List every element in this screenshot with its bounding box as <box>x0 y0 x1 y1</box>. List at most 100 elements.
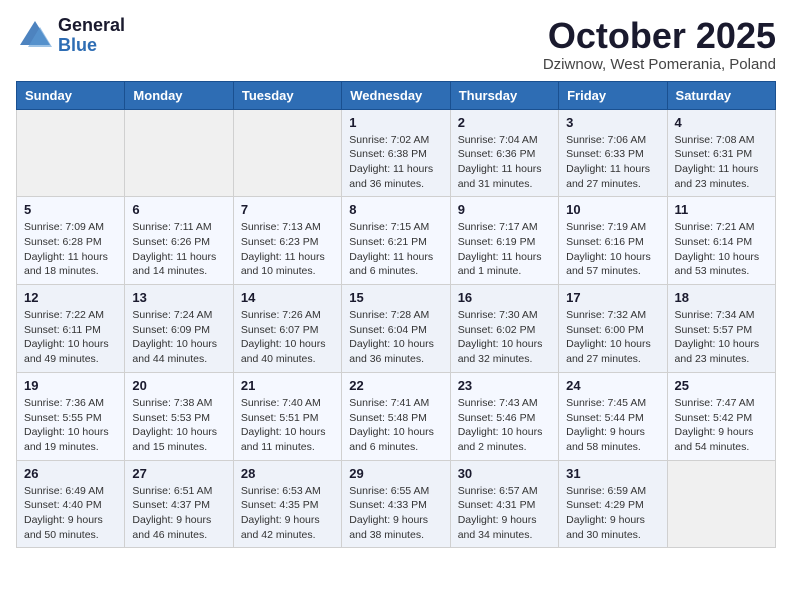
day-info: Sunrise: 6:53 AM Sunset: 4:35 PM Dayligh… <box>241 484 334 543</box>
calendar-week-row: 19 Sunrise: 7:36 AM Sunset: 5:55 PM Dayli… <box>17 372 776 460</box>
day-info: Sunrise: 7:40 AM Sunset: 5:51 PM Dayligh… <box>241 396 334 455</box>
day-info: Sunrise: 7:41 AM Sunset: 5:48 PM Dayligh… <box>349 396 442 455</box>
day-header-friday: Friday <box>559 81 667 109</box>
calendar-cell: 19 Sunrise: 7:36 AM Sunset: 5:55 PM Dayli… <box>17 372 125 460</box>
logo-blue-text: Blue <box>58 36 125 56</box>
day-info: Sunrise: 7:34 AM Sunset: 5:57 PM Dayligh… <box>675 308 768 367</box>
day-number: 12 <box>24 290 117 305</box>
day-header-sunday: Sunday <box>17 81 125 109</box>
calendar-cell: 13Sunrise: 7:24 AM Sunset: 6:09 PM Dayli… <box>125 285 233 373</box>
calendar-cell <box>17 109 125 197</box>
day-number: 17 <box>566 290 659 305</box>
day-number: 8 <box>349 202 442 217</box>
calendar-cell: 7 Sunrise: 7:13 AM Sunset: 6:23 PM Daylig… <box>233 197 341 285</box>
day-info: Sunrise: 7:32 AM Sunset: 6:00 PM Dayligh… <box>566 308 659 367</box>
calendar-cell: 4 Sunrise: 7:08 AM Sunset: 6:31 PM Daylig… <box>667 109 775 197</box>
calendar-header-row: SundayMondayTuesdayWednesdayThursdayFrid… <box>17 81 776 109</box>
calendar-cell: 15 Sunrise: 7:28 AM Sunset: 6:04 PM Dayli… <box>342 285 450 373</box>
day-number: 10 <box>566 202 659 217</box>
day-info: Sunrise: 7:19 AM Sunset: 6:16 PM Dayligh… <box>566 220 659 279</box>
calendar-cell: 17 Sunrise: 7:32 AM Sunset: 6:00 PM Dayli… <box>559 285 667 373</box>
day-info: Sunrise: 6:57 AM Sunset: 4:31 PM Dayligh… <box>458 484 551 543</box>
day-number: 1 <box>349 115 442 130</box>
day-info: Sunrise: 7:30 AM Sunset: 6:02 PM Dayligh… <box>458 308 551 367</box>
day-info: Sunrise: 7:08 AM Sunset: 6:31 PM Dayligh… <box>675 133 768 192</box>
calendar-cell <box>233 109 341 197</box>
calendar-cell: 2 Sunrise: 7:04 AM Sunset: 6:36 PM Daylig… <box>450 109 558 197</box>
day-number: 14 <box>241 290 334 305</box>
calendar-cell: 29 Sunrise: 6:55 AM Sunset: 4:33 PM Dayli… <box>342 460 450 548</box>
calendar-cell <box>667 460 775 548</box>
day-info: Sunrise: 7:26 AM Sunset: 6:07 PM Dayligh… <box>241 308 334 367</box>
day-number: 15 <box>349 290 442 305</box>
day-number: 16 <box>458 290 551 305</box>
day-info: Sunrise: 7:02 AM Sunset: 6:38 PM Dayligh… <box>349 133 442 192</box>
calendar-week-row: 5 Sunrise: 7:09 AM Sunset: 6:28 PM Daylig… <box>17 197 776 285</box>
day-info: Sunrise: 6:55 AM Sunset: 4:33 PM Dayligh… <box>349 484 442 543</box>
day-number: 18 <box>675 290 768 305</box>
calendar-cell: 28 Sunrise: 6:53 AM Sunset: 4:35 PM Dayli… <box>233 460 341 548</box>
calendar-cell: 25Sunrise: 7:47 AM Sunset: 5:42 PM Dayli… <box>667 372 775 460</box>
day-info: Sunrise: 7:28 AM Sunset: 6:04 PM Dayligh… <box>349 308 442 367</box>
day-number: 3 <box>566 115 659 130</box>
day-header-wednesday: Wednesday <box>342 81 450 109</box>
location-subtitle: Dziwnow, West Pomerania, Poland <box>543 56 776 73</box>
day-number: 21 <box>241 378 334 393</box>
day-info: Sunrise: 7:21 AM Sunset: 6:14 PM Dayligh… <box>675 220 768 279</box>
day-number: 7 <box>241 202 334 217</box>
calendar-cell: 12Sunrise: 7:22 AM Sunset: 6:11 PM Dayli… <box>17 285 125 373</box>
day-info: Sunrise: 7:13 AM Sunset: 6:23 PM Dayligh… <box>241 220 334 279</box>
day-info: Sunrise: 7:06 AM Sunset: 6:33 PM Dayligh… <box>566 133 659 192</box>
calendar-cell: 1 Sunrise: 7:02 AM Sunset: 6:38 PM Daylig… <box>342 109 450 197</box>
day-number: 20 <box>132 378 225 393</box>
calendar-cell: 10 Sunrise: 7:19 AM Sunset: 6:16 PM Dayli… <box>559 197 667 285</box>
day-header-thursday: Thursday <box>450 81 558 109</box>
calendar-cell: 31Sunrise: 6:59 AM Sunset: 4:29 PM Dayli… <box>559 460 667 548</box>
calendar-cell: 18 Sunrise: 7:34 AM Sunset: 5:57 PM Dayli… <box>667 285 775 373</box>
calendar-cell: 14 Sunrise: 7:26 AM Sunset: 6:07 PM Dayli… <box>233 285 341 373</box>
day-info: Sunrise: 7:47 AM Sunset: 5:42 PM Dayligh… <box>675 396 768 455</box>
day-number: 29 <box>349 466 442 481</box>
day-number: 22 <box>349 378 442 393</box>
logo: General Blue <box>16 16 125 56</box>
day-number: 30 <box>458 466 551 481</box>
calendar-week-row: 1 Sunrise: 7:02 AM Sunset: 6:38 PM Daylig… <box>17 109 776 197</box>
day-info: Sunrise: 7:17 AM Sunset: 6:19 PM Dayligh… <box>458 220 551 279</box>
calendar-table: SundayMondayTuesdayWednesdayThursdayFrid… <box>16 81 776 549</box>
day-info: Sunrise: 7:36 AM Sunset: 5:55 PM Dayligh… <box>24 396 117 455</box>
day-number: 28 <box>241 466 334 481</box>
day-number: 24 <box>566 378 659 393</box>
day-info: Sunrise: 7:04 AM Sunset: 6:36 PM Dayligh… <box>458 133 551 192</box>
calendar-cell: 23 Sunrise: 7:43 AM Sunset: 5:46 PM Dayli… <box>450 372 558 460</box>
calendar-cell: 5 Sunrise: 7:09 AM Sunset: 6:28 PM Daylig… <box>17 197 125 285</box>
day-number: 26 <box>24 466 117 481</box>
calendar-cell: 22 Sunrise: 7:41 AM Sunset: 5:48 PM Dayli… <box>342 372 450 460</box>
calendar-cell: 30 Sunrise: 6:57 AM Sunset: 4:31 PM Dayli… <box>450 460 558 548</box>
calendar-cell: 11 Sunrise: 7:21 AM Sunset: 6:14 PM Dayli… <box>667 197 775 285</box>
calendar-cell: 9 Sunrise: 7:17 AM Sunset: 6:19 PM Daylig… <box>450 197 558 285</box>
day-number: 9 <box>458 202 551 217</box>
day-info: Sunrise: 7:45 AM Sunset: 5:44 PM Dayligh… <box>566 396 659 455</box>
calendar-cell: 27Sunrise: 6:51 AM Sunset: 4:37 PM Dayli… <box>125 460 233 548</box>
calendar-week-row: 26 Sunrise: 6:49 AM Sunset: 4:40 PM Dayli… <box>17 460 776 548</box>
day-info: Sunrise: 7:43 AM Sunset: 5:46 PM Dayligh… <box>458 396 551 455</box>
day-number: 19 <box>24 378 117 393</box>
day-number: 4 <box>675 115 768 130</box>
day-info: Sunrise: 6:49 AM Sunset: 4:40 PM Dayligh… <box>24 484 117 543</box>
day-number: 5 <box>24 202 117 217</box>
day-number: 31 <box>566 466 659 481</box>
day-number: 6 <box>132 202 225 217</box>
day-number: 27 <box>132 466 225 481</box>
day-number: 13 <box>132 290 225 305</box>
day-info: Sunrise: 7:09 AM Sunset: 6:28 PM Dayligh… <box>24 220 117 279</box>
day-number: 23 <box>458 378 551 393</box>
month-title: October 2025 <box>543 16 776 56</box>
day-number: 11 <box>675 202 768 217</box>
day-header-tuesday: Tuesday <box>233 81 341 109</box>
day-number: 2 <box>458 115 551 130</box>
calendar-cell: 20Sunrise: 7:38 AM Sunset: 5:53 PM Dayli… <box>125 372 233 460</box>
calendar-week-row: 12Sunrise: 7:22 AM Sunset: 6:11 PM Dayli… <box>17 285 776 373</box>
calendar-cell: 26 Sunrise: 6:49 AM Sunset: 4:40 PM Dayli… <box>17 460 125 548</box>
day-header-saturday: Saturday <box>667 81 775 109</box>
calendar-cell: 24 Sunrise: 7:45 AM Sunset: 5:44 PM Dayli… <box>559 372 667 460</box>
